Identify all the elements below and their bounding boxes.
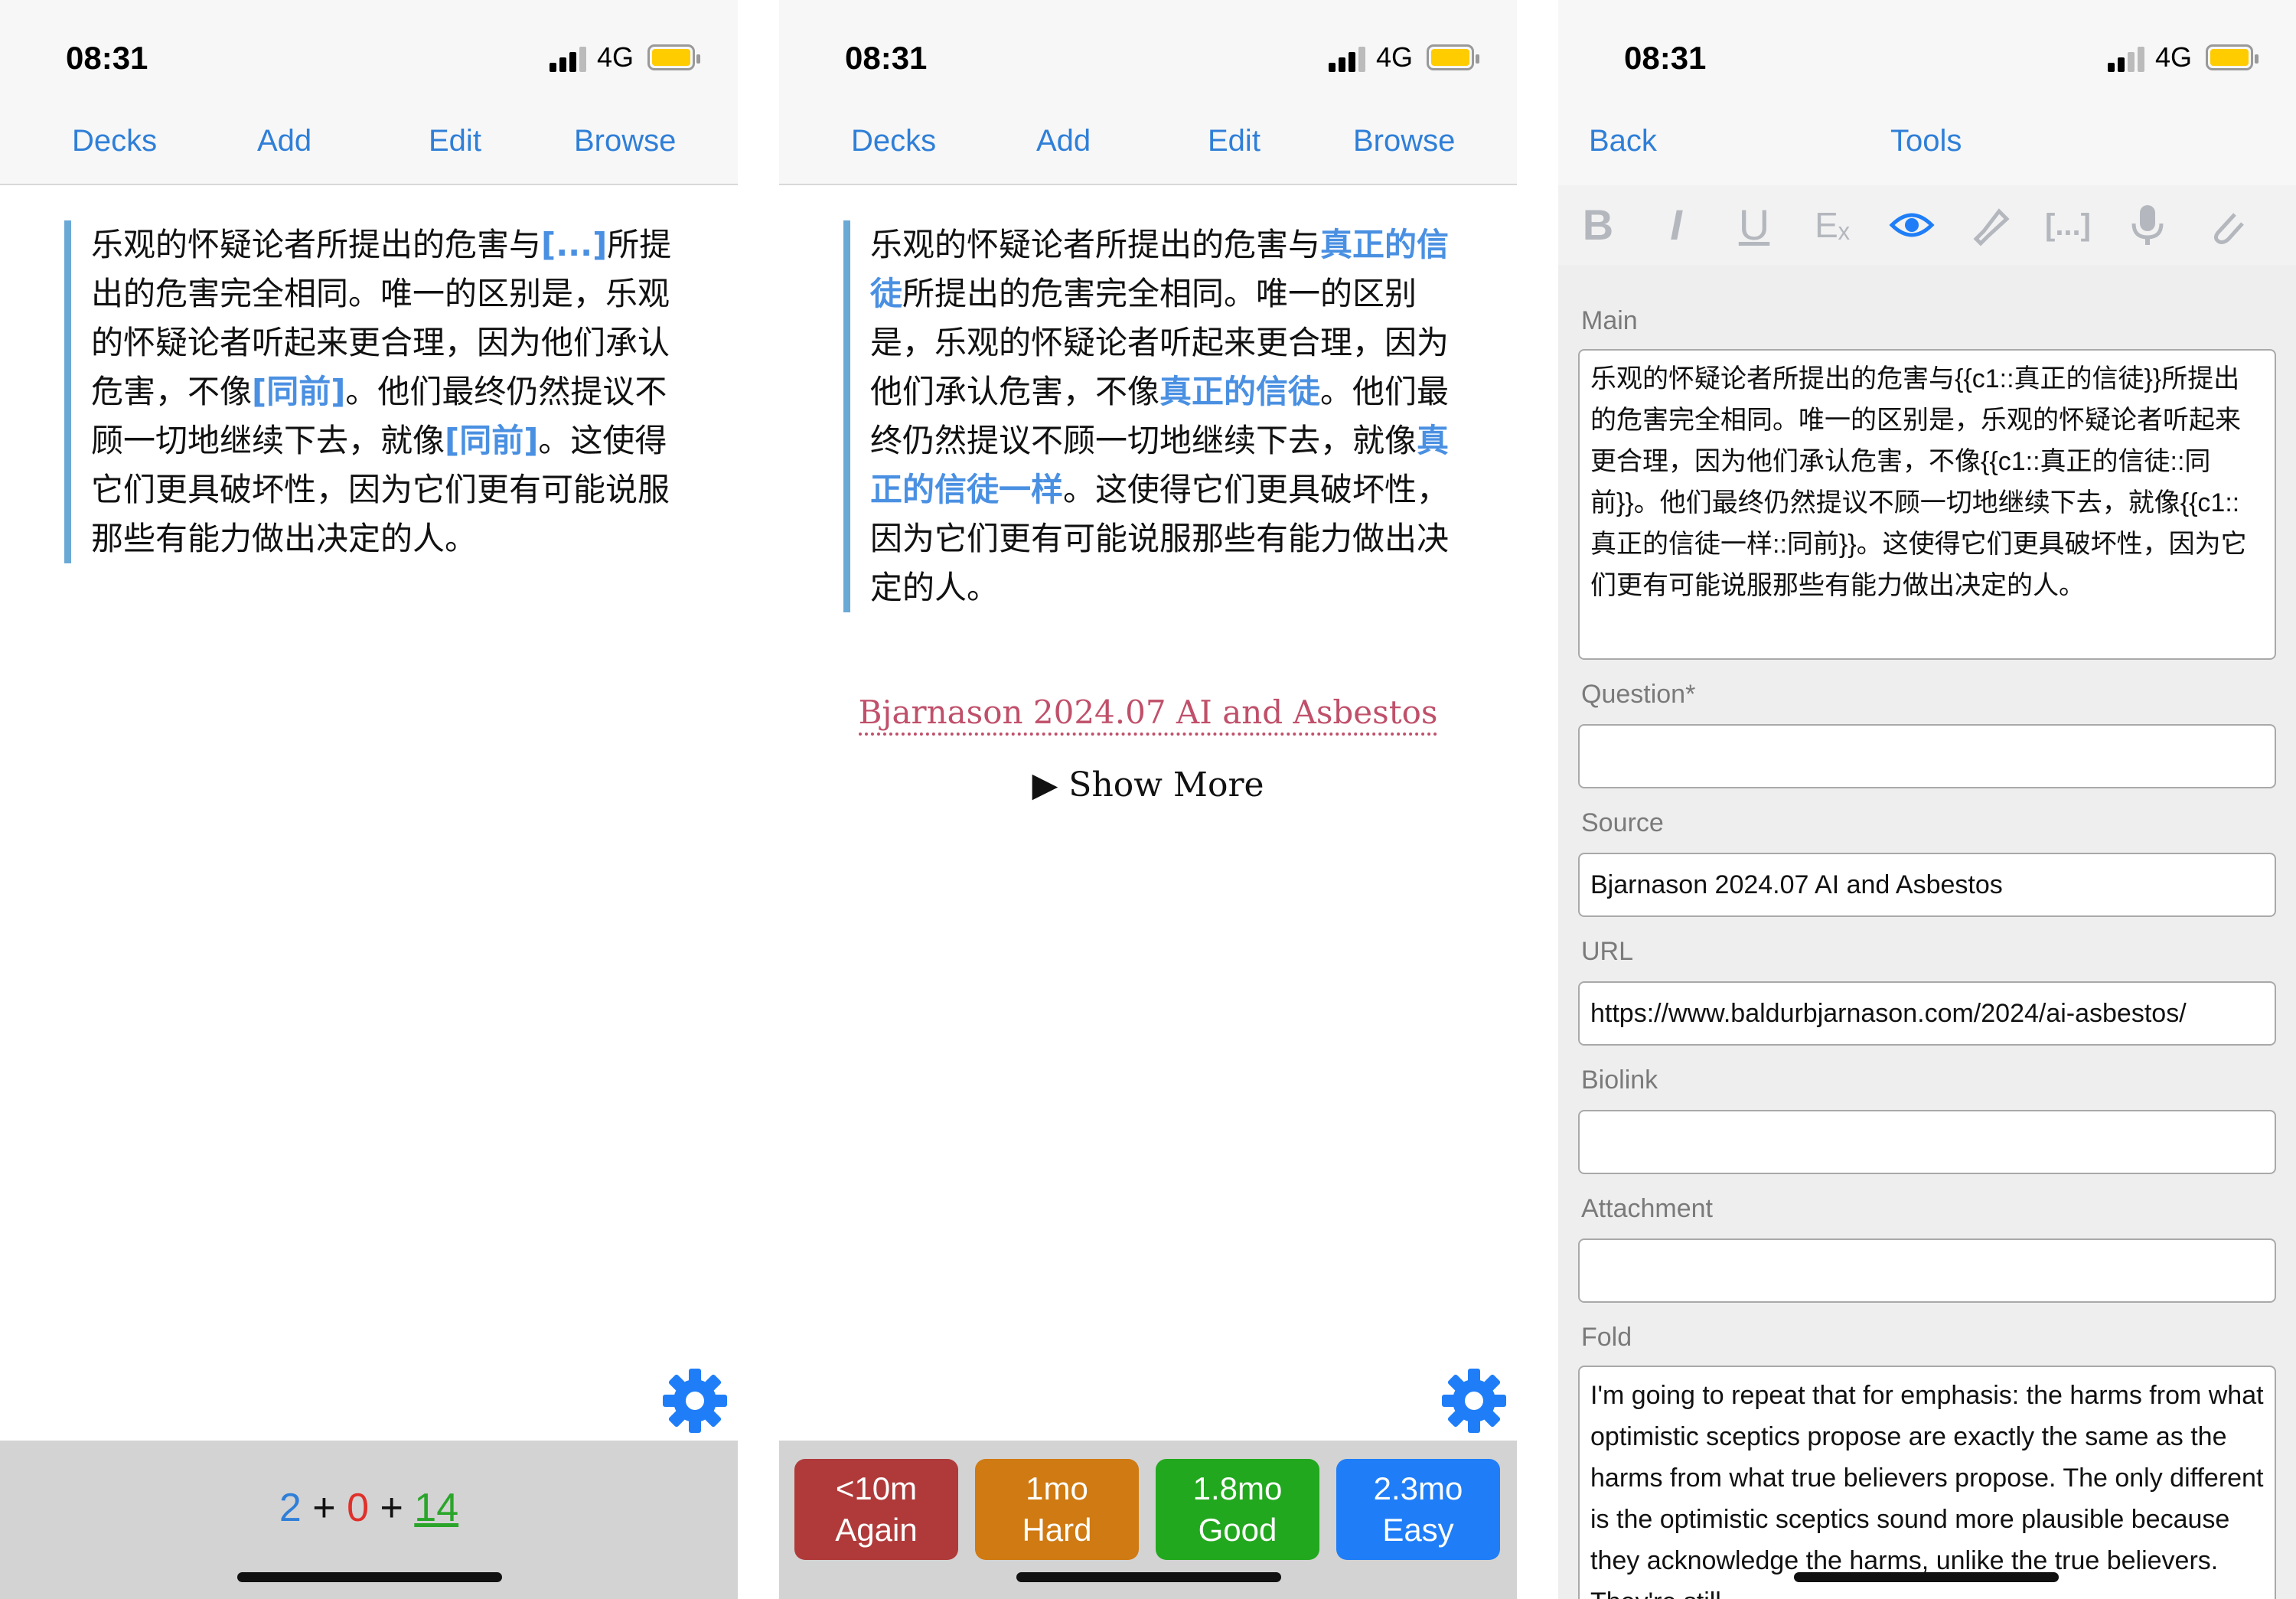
formatting-toolbar: B I U Eₓ [...] bbox=[1558, 185, 2296, 265]
home-indicator[interactable] bbox=[1016, 1572, 1281, 1582]
easy-interval: 2.3mo bbox=[1373, 1470, 1463, 1506]
decks-button[interactable]: Decks bbox=[851, 124, 936, 158]
hard-button[interactable]: 1mo Hard bbox=[975, 1459, 1139, 1560]
source-field[interactable]: Bjarnason 2024.07 AI and Asbestos bbox=[1578, 853, 2276, 917]
network-type: 4G bbox=[2155, 41, 2193, 73]
show-more-label: Show More bbox=[1068, 765, 1264, 804]
learn-count: 0 bbox=[347, 1486, 369, 1530]
cloze-answer: 真正的信徒 bbox=[1159, 373, 1321, 410]
status-time: 08:31 bbox=[1624, 40, 1707, 76]
good-label: Good bbox=[1198, 1512, 1277, 1548]
status-bar: 08:31 4G bbox=[0, 0, 738, 100]
good-interval: 1.8mo bbox=[1192, 1470, 1283, 1506]
main-field-label: Main bbox=[1581, 306, 1638, 335]
highlighter-icon[interactable] bbox=[1965, 201, 2014, 250]
attachment-field[interactable] bbox=[1578, 1238, 2276, 1303]
network-type: 4G bbox=[597, 41, 634, 73]
new-count: 2 bbox=[279, 1486, 302, 1530]
cloze-icon[interactable]: [...] bbox=[2043, 201, 2092, 250]
add-button[interactable]: Add bbox=[257, 124, 311, 158]
plus-sign: + bbox=[380, 1486, 403, 1530]
again-interval: <10m bbox=[835, 1470, 918, 1506]
home-indicator[interactable] bbox=[237, 1572, 502, 1582]
browse-button[interactable]: Browse bbox=[574, 124, 676, 158]
back-button[interactable]: Back bbox=[1589, 124, 1657, 158]
network-type: 4G bbox=[1376, 41, 1414, 73]
biolink-field[interactable] bbox=[1578, 1110, 2276, 1174]
gear-icon[interactable] bbox=[660, 1366, 730, 1436]
question-text-part: 乐观的怀疑论者所提出的危害与 bbox=[91, 226, 542, 263]
hard-label: Hard bbox=[1022, 1512, 1092, 1548]
card-question-text: 乐观的怀疑论者所提出的危害与[...]所提出的危害完全相同。唯一的区别是，乐观的… bbox=[64, 220, 677, 563]
decks-button[interactable]: Decks bbox=[72, 124, 157, 158]
source-field-label: Source bbox=[1581, 808, 1664, 837]
biolink-field-label: Biolink bbox=[1581, 1065, 1658, 1095]
fold-field-label: Fold bbox=[1581, 1323, 1632, 1352]
edit-button[interactable]: Edit bbox=[429, 124, 481, 158]
tools-button[interactable]: Tools bbox=[1890, 124, 1962, 158]
clear-formatting-icon[interactable]: Eₓ bbox=[1808, 201, 1857, 250]
attachment-field-label: Attachment bbox=[1581, 1194, 1713, 1223]
gear-icon[interactable] bbox=[1439, 1366, 1509, 1436]
paperclip-attachment-icon[interactable] bbox=[2201, 201, 2250, 250]
plus-sign: + bbox=[312, 1486, 336, 1530]
cloze-deletion: [同前] bbox=[252, 373, 346, 410]
main-field[interactable]: 乐观的怀疑论者所提出的危害与{{c1::真正的信徒}}所提出的危害完全相同。唯一… bbox=[1578, 349, 2276, 660]
status-bar: 08:31 4G bbox=[779, 0, 1517, 100]
bold-icon[interactable]: B bbox=[1574, 201, 1623, 250]
home-indicator[interactable] bbox=[1794, 1572, 2059, 1582]
url-field-label: URL bbox=[1581, 937, 1634, 966]
review-count: 14 bbox=[414, 1486, 459, 1530]
cellular-signal-icon bbox=[1329, 46, 1365, 72]
url-field[interactable]: https://www.baldurbjarnason.com/2024/ai-… bbox=[1578, 981, 2276, 1046]
again-button[interactable]: <10m Again bbox=[794, 1459, 958, 1560]
reviewer-nav-bar: Decks Add Edit Browse bbox=[0, 100, 738, 185]
status-time: 08:31 bbox=[845, 40, 928, 76]
disclosure-triangle-icon: ▶ bbox=[1032, 765, 1069, 804]
again-label: Again bbox=[835, 1512, 918, 1548]
battery-icon bbox=[2206, 44, 2258, 70]
easy-button[interactable]: 2.3mo Easy bbox=[1336, 1459, 1500, 1560]
microphone-icon[interactable] bbox=[2123, 201, 2172, 250]
reviewer-nav-bar: Decks Add Edit Browse bbox=[779, 100, 1517, 185]
question-field-label: Question* bbox=[1581, 680, 1696, 709]
note-fields: Main 乐观的怀疑论者所提出的危害与{{c1::真正的信徒}}所提出的危害完全… bbox=[1558, 265, 2296, 1599]
due-counts: 2 + 0 + 14 bbox=[0, 1485, 738, 1531]
underline-icon[interactable]: U bbox=[1730, 201, 1779, 250]
hard-interval: 1mo bbox=[1026, 1470, 1088, 1506]
battery-icon bbox=[647, 44, 700, 70]
source-link[interactable]: Bjarnason 2024.07 AI and Asbestos bbox=[779, 693, 1517, 736]
cellular-signal-icon bbox=[2108, 46, 2144, 72]
editor-nav-bar: Back Tools bbox=[1558, 100, 2296, 185]
note-editor-screen: 08:31 4G Back Tools B I U Eₓ [...] Main … bbox=[1558, 0, 2296, 1599]
answer-text-part: 乐观的怀疑论者所提出的危害与 bbox=[870, 226, 1321, 263]
battery-icon bbox=[1427, 44, 1479, 70]
cloze-deletion: [...] bbox=[541, 226, 608, 263]
preview-eye-icon[interactable] bbox=[1887, 201, 1936, 250]
show-more-toggle[interactable]: ▶ Show More bbox=[779, 765, 1517, 804]
fold-field[interactable]: I'm going to repeat that for emphasis: t… bbox=[1578, 1366, 2276, 1599]
easy-label: Easy bbox=[1382, 1512, 1454, 1548]
card-answer-text: 乐观的怀疑论者所提出的危害与真正的信徒所提出的危害完全相同。唯一的区别是，乐观的… bbox=[843, 220, 1456, 612]
edit-button[interactable]: Edit bbox=[1208, 124, 1261, 158]
cloze-deletion: [同前] bbox=[445, 422, 539, 459]
add-button[interactable]: Add bbox=[1036, 124, 1091, 158]
reviewer-question-screen: 08:31 4G Decks Add Edit Browse 乐观的怀疑论者所提… bbox=[0, 0, 738, 1599]
status-time: 08:31 bbox=[66, 40, 148, 76]
source-link-text[interactable]: Bjarnason 2024.07 AI and Asbestos bbox=[858, 693, 1438, 736]
status-bar: 08:31 4G bbox=[1558, 0, 2296, 100]
question-field[interactable] bbox=[1578, 724, 2276, 788]
browse-button[interactable]: Browse bbox=[1353, 124, 1455, 158]
good-button[interactable]: 1.8mo Good bbox=[1156, 1459, 1319, 1560]
reviewer-answer-screen: 08:31 4G Decks Add Edit Browse 乐观的怀疑论者所提… bbox=[779, 0, 1517, 1599]
cellular-signal-icon bbox=[550, 46, 586, 72]
italic-icon[interactable]: I bbox=[1652, 201, 1701, 250]
